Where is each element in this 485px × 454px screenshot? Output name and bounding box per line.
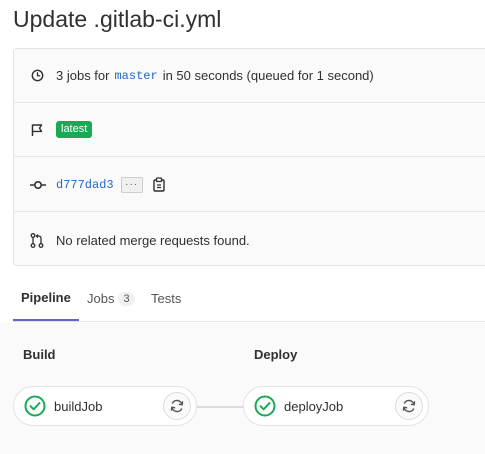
merge-request-icon bbox=[30, 232, 44, 248]
merge-requests-row: No related merge requests found. bbox=[14, 213, 485, 267]
job-name-build: buildJob bbox=[54, 398, 103, 414]
tab-tests[interactable]: Tests bbox=[151, 276, 181, 321]
tag-row: latest bbox=[14, 103, 485, 157]
clipboard-icon[interactable] bbox=[152, 177, 166, 193]
commit-row: d777dad3 ··· bbox=[14, 158, 485, 212]
flag-icon bbox=[30, 123, 44, 137]
latest-badge: latest bbox=[56, 121, 93, 138]
branch-link[interactable]: master bbox=[114, 69, 157, 83]
expand-commit-button[interactable]: ··· bbox=[120, 176, 143, 193]
tab-tests-label: Tests bbox=[151, 291, 182, 306]
stage-title-deploy: Deploy bbox=[254, 347, 298, 362]
commit-sha-link[interactable]: d777dad3 bbox=[56, 178, 114, 192]
jobs-count-text: 3 jobs for bbox=[56, 68, 110, 83]
pipeline-tabs: Pipeline Jobs 3 Tests bbox=[13, 276, 485, 322]
job-name-deploy: deployJob bbox=[284, 398, 344, 414]
page-title: Update .gitlab-ci.yml bbox=[13, 6, 222, 32]
tab-pipeline[interactable]: Pipeline bbox=[13, 276, 79, 321]
stage-title-build: Build bbox=[23, 347, 56, 362]
status-success-icon bbox=[24, 395, 46, 417]
retry-icon[interactable] bbox=[163, 392, 191, 420]
tab-jobs[interactable]: Jobs 3 bbox=[87, 276, 135, 321]
job-build[interactable]: buildJob bbox=[13, 386, 197, 426]
jobs-count-badge: 3 bbox=[118, 291, 135, 306]
tab-pipeline-label: Pipeline bbox=[21, 290, 71, 305]
pipeline-info-card: 3 jobs for master in 50 seconds (queued … bbox=[13, 48, 485, 266]
clock-icon bbox=[30, 69, 44, 83]
duration-text: in 50 seconds (queued for 1 second) bbox=[162, 68, 374, 83]
pipeline-graph: Build Deploy buildJob deployJob bbox=[0, 323, 485, 454]
pipeline-jobs-row: 3 jobs for master in 50 seconds (queued … bbox=[14, 49, 485, 103]
retry-icon[interactable] bbox=[395, 392, 423, 420]
commit-icon bbox=[30, 178, 46, 192]
status-success-icon bbox=[254, 395, 276, 417]
job-deploy[interactable]: deployJob bbox=[243, 386, 429, 426]
merge-requests-text: No related merge requests found. bbox=[56, 232, 250, 248]
stage-connector bbox=[197, 406, 245, 408]
tab-jobs-label: Jobs bbox=[87, 291, 115, 306]
